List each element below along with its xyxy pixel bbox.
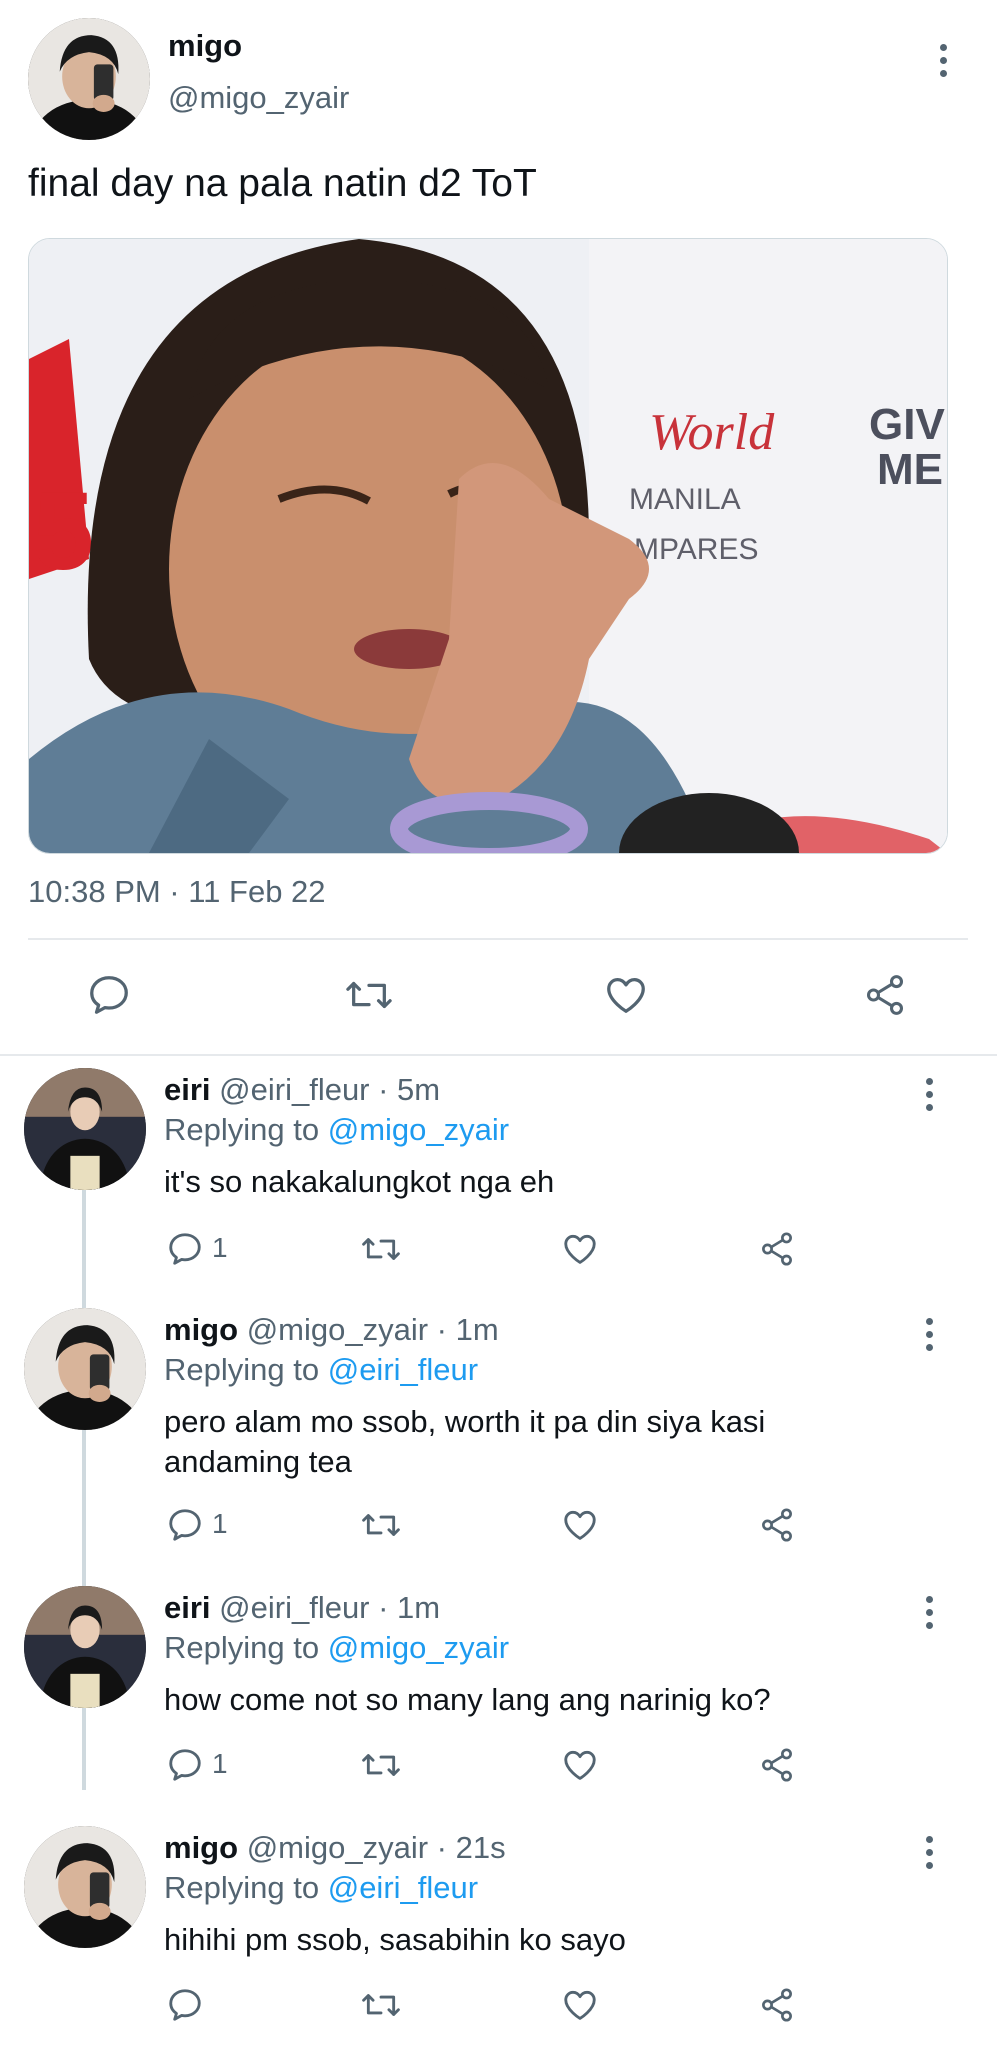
replying-to-link[interactable]: @migo_zyair (328, 1112, 509, 1147)
reply-meta: @eiri_fleur · 1m (219, 1590, 441, 1625)
main-tweet-text: final day na pala natin d2 ToT (28, 162, 537, 205)
reply-author-name[interactable]: eiri (164, 1590, 211, 1625)
replying-to-link[interactable]: @eiri_fleur (328, 1870, 478, 1905)
share-icon[interactable] (758, 1506, 796, 1544)
replying-prefix: Replying to (164, 1870, 320, 1905)
reply-count: 1 (212, 1748, 228, 1779)
replying-to-link[interactable]: @eiri_fleur (328, 1352, 478, 1387)
main-avatar[interactable] (28, 18, 150, 140)
replying-to-link[interactable]: @migo_zyair (328, 1630, 509, 1665)
main-author-handle[interactable]: @migo_zyair (168, 80, 349, 116)
reply-avatar-eiri[interactable] (24, 1586, 146, 1708)
tweet-timestamp: 10:38 PM · 11 Feb 22 (28, 874, 326, 909)
more-icon[interactable] (940, 44, 947, 77)
reply-avatar-eiri[interactable] (24, 1068, 146, 1190)
share-icon[interactable] (758, 1986, 796, 2024)
reply-icon[interactable] (166, 1986, 204, 2024)
reply-avatar-migo[interactable] (24, 1308, 146, 1430)
reply-icon[interactable] (166, 1746, 204, 1784)
tweet-image[interactable]: World MANILA COMPARES GIVE ME 5 (28, 238, 948, 854)
retweet-icon[interactable] (360, 1746, 402, 1784)
retweet-icon[interactable] (360, 1506, 402, 1544)
reply-3-header: eiri @eiri_fleur · 1m (164, 1590, 440, 1626)
main-author-name[interactable]: migo (168, 28, 242, 64)
like-icon[interactable] (560, 1230, 600, 1268)
retweet-icon[interactable] (360, 1986, 402, 2024)
share-icon[interactable] (758, 1746, 796, 1784)
reply-icon[interactable] (166, 1506, 204, 1544)
reply-avatar-migo[interactable] (24, 1826, 146, 1948)
like-icon[interactable] (560, 1986, 600, 2024)
reply-text-line-2: andaming tea (164, 1444, 352, 1479)
replying-prefix: Replying to (164, 1352, 320, 1387)
reply-4-header: migo @migo_zyair · 21s (164, 1830, 506, 1866)
reply-text: hihihi pm ssob, sasabihin ko sayo (164, 1922, 626, 1957)
sign-give: GIVE (869, 400, 947, 449)
reply-author-name[interactable]: eiri (164, 1072, 211, 1107)
reply-meta: @migo_zyair · 21s (246, 1830, 506, 1865)
reply-meta: @migo_zyair · 1m (246, 1312, 499, 1347)
reply-icon[interactable] (166, 1230, 204, 1268)
reply-1-header: eiri @eiri_fleur · 5m (164, 1072, 440, 1108)
more-icon[interactable] (926, 1318, 933, 1351)
sign-me: ME (877, 445, 943, 494)
sign-manila: MANILA (629, 483, 741, 516)
reply-text-line-1: pero alam mo ssob, worth it pa din siya … (164, 1404, 766, 1439)
retweet-icon[interactable] (344, 972, 394, 1018)
replying-to: Replying to @eiri_fleur (164, 1870, 478, 1906)
share-icon[interactable] (758, 1230, 796, 1268)
replying-prefix: Replying to (164, 1630, 320, 1665)
section-divider (0, 1054, 997, 1056)
reply-icon[interactable] (86, 972, 132, 1018)
replying-to: Replying to @migo_zyair (164, 1112, 509, 1148)
divider (28, 938, 968, 940)
retweet-icon[interactable] (360, 1230, 402, 1268)
sign-five: 5 (33, 470, 94, 593)
reply-author-name[interactable]: migo (164, 1830, 238, 1865)
reply-author-name[interactable]: migo (164, 1312, 238, 1347)
like-icon[interactable] (602, 972, 650, 1018)
more-icon[interactable] (926, 1596, 933, 1629)
like-icon[interactable] (560, 1746, 600, 1784)
share-icon[interactable] (862, 972, 908, 1018)
more-icon[interactable] (926, 1078, 933, 1111)
replying-to: Replying to @migo_zyair (164, 1630, 509, 1666)
reply-count: 1 (212, 1508, 228, 1539)
reply-meta: @eiri_fleur · 5m (219, 1072, 441, 1107)
reply-count: 1 (212, 1232, 228, 1263)
replying-to: Replying to @eiri_fleur (164, 1352, 478, 1388)
sign-world: World (649, 404, 775, 461)
reply-text: it's so nakakalungkot nga eh (164, 1164, 555, 1199)
reply-text: how come not so many lang ang narinig ko… (164, 1682, 771, 1717)
reply-2-header: migo @migo_zyair · 1m (164, 1312, 499, 1348)
like-icon[interactable] (560, 1506, 600, 1544)
more-icon[interactable] (926, 1836, 933, 1869)
replying-prefix: Replying to (164, 1112, 320, 1147)
